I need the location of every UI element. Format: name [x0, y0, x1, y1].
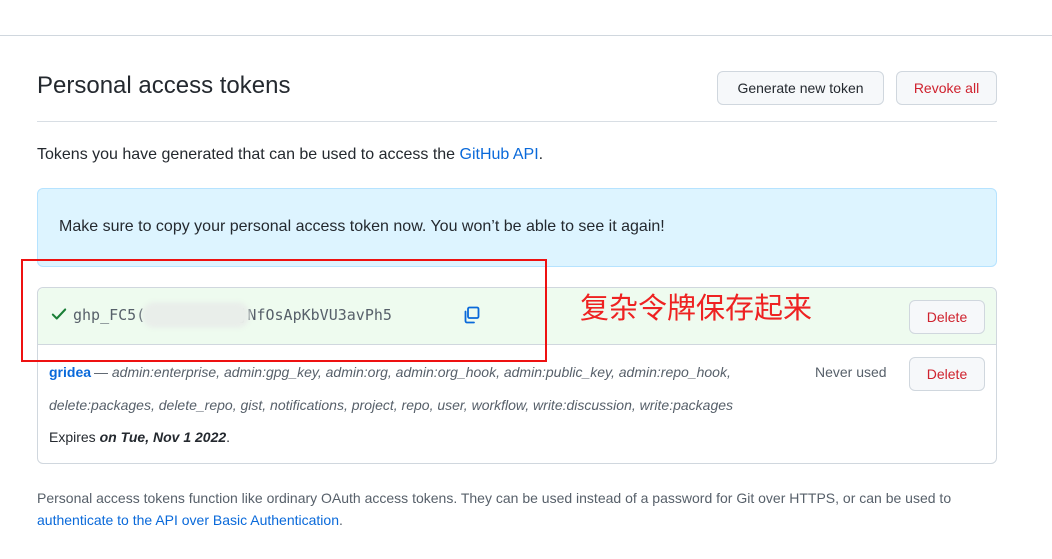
token-expiration: Expires on Tue, Nov 1 2022. — [49, 429, 230, 445]
token-scopes-line1: — admin:enterprise, admin:gpg_key, admin… — [94, 364, 731, 380]
expires-date: on Tue, Nov 1 2022 — [99, 429, 227, 445]
delete-new-token-button[interactable]: Delete — [909, 300, 985, 334]
expires-prefix: Expires — [49, 429, 100, 445]
footer-note: Personal access tokens function like ord… — [37, 487, 1007, 531]
token-dash: — — [94, 364, 112, 380]
token-name-link[interactable]: gridea — [49, 364, 91, 380]
footer-text: Personal access tokens function like ord… — [37, 490, 952, 506]
flash-message: Make sure to copy your personal access t… — [59, 218, 665, 235]
footer-suffix: . — [338, 512, 343, 528]
delete-token-button[interactable]: Delete — [909, 357, 985, 391]
annotation-highlight-box — [21, 259, 547, 362]
header-divider — [37, 121, 997, 122]
token-scopes-line2: delete:packages, delete_repo, gist, noti… — [49, 397, 734, 413]
intro-suffix: . — [538, 146, 544, 163]
page-title: Personal access tokens — [37, 72, 291, 99]
token-scopes-text1: admin:enterprise, admin:gpg_key, admin:o… — [111, 364, 731, 380]
annotation-text: 复杂令牌保存起来 — [580, 291, 813, 325]
intro-text: Tokens you have generated that can be us… — [37, 146, 543, 164]
basic-auth-link[interactable]: authenticate to the API over Basic Authe… — [37, 512, 339, 528]
generate-new-token-button[interactable]: Generate new token — [717, 71, 884, 105]
expires-suffix: . — [226, 429, 231, 445]
top-divider — [0, 35, 1052, 36]
github-api-link[interactable]: GitHub API — [460, 146, 539, 163]
flash-notice: Make sure to copy your personal access t… — [37, 188, 997, 267]
last-used-status: Never used — [815, 364, 887, 380]
intro-text-body: Tokens you have generated that can be us… — [37, 146, 460, 163]
revoke-all-button[interactable]: Revoke all — [896, 71, 997, 105]
